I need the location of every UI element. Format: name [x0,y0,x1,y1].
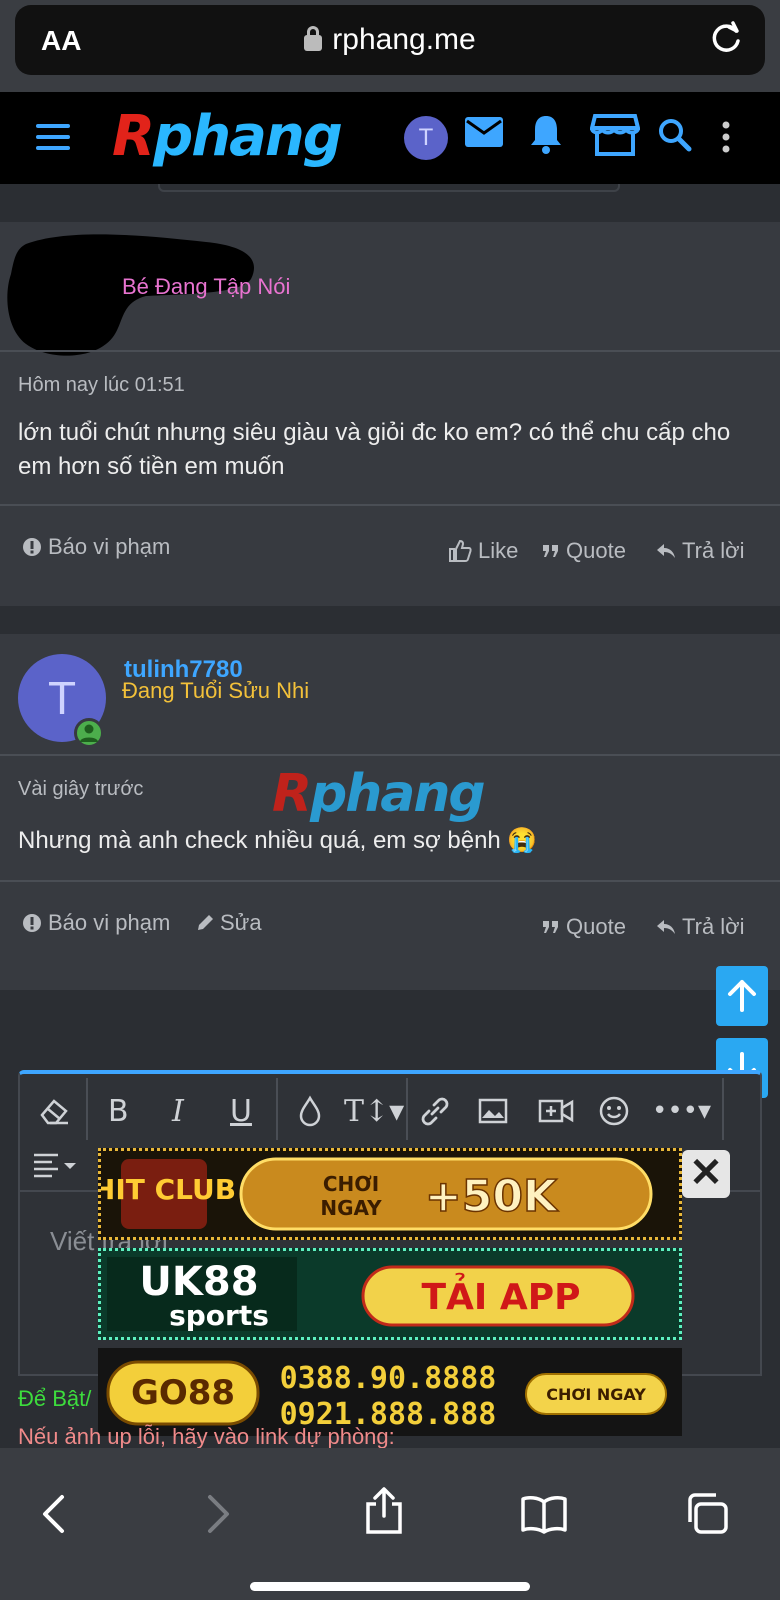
toggle-hint-text[interactable]: Để Bật/ [18,1386,91,1412]
divider [0,350,780,352]
post-timestamp[interactable]: Hôm nay lúc 01:51 [18,374,185,397]
scroll-top-button[interactable] [716,966,768,1026]
reply-icon [657,920,675,934]
back-icon[interactable] [40,1494,66,1539]
user-title: Đang Tuổi Sửu Nhi [122,678,310,703]
url-display[interactable]: rphang.me [15,23,765,57]
divider [0,504,780,506]
reply-button[interactable]: Trả lời [656,538,745,564]
post-body: lớn tuổi chút nhưng siêu giàu và giỏi đc… [18,419,731,480]
mail-icon[interactable] [464,116,504,153]
edit-button[interactable]: Sửa [196,910,262,936]
close-ad-button[interactable]: ✕ [682,1150,730,1198]
toolbar-divider [86,1078,88,1140]
image-icon[interactable] [478,1088,508,1134]
user-title: Bé Đang Tập Nói [122,274,291,299]
ad2-cta: TẢI APP [422,1272,581,1318]
quote-button[interactable]: Quote [542,914,626,940]
ad-banner-uk88[interactable]: UK88 sports TẢI APP [98,1248,682,1340]
report-button[interactable]: Báo vi phạm [22,534,170,560]
quote-button[interactable]: Quote [542,538,626,564]
thumbs-up-icon [449,539,472,562]
report-button[interactable]: Báo vi phạm [22,910,170,936]
ad1-brand: HIT CLUB [101,1173,236,1206]
online-status-icon [74,718,104,748]
post-message: Bé Đang Tập Nói Hôm nay lúc 01:51 lớn tu… [0,222,780,606]
quote-icon [543,545,558,557]
reply-button[interactable]: Trả lời [656,914,745,940]
font-size-icon[interactable]: T↕▾ [344,1088,404,1134]
toolbar-divider [406,1078,408,1140]
ad3-cta: CHƠI NGAY [546,1385,646,1404]
lock-icon [304,26,323,51]
toolbar-divider [276,1078,278,1140]
ad1-line2: NGAY [320,1196,382,1220]
home-indicator [250,1582,530,1591]
toolbar-divider [722,1078,724,1140]
ad3-brand: GO88 [131,1373,235,1413]
tabs-icon[interactable] [684,1492,730,1541]
reply-icon [657,544,675,558]
address-bar[interactable]: AA rphang.me [15,5,765,75]
store-icon[interactable] [589,112,641,163]
site-logo[interactable]: Rphang [112,104,343,169]
pencil-icon [198,915,213,930]
sub-nav-tabs [158,184,620,192]
video-icon[interactable] [538,1088,574,1134]
ad1-bonus: +50K [425,1171,559,1222]
bell-icon[interactable] [528,112,564,161]
ad3-phone1: 0388.90.8888 [280,1361,497,1396]
more-icon[interactable] [720,120,732,159]
ad2-brand2: sports [169,1299,269,1332]
site-watermark: Rphang [272,764,486,824]
more-options-icon[interactable]: •••▾ [652,1088,711,1134]
arrow-up-icon [728,980,756,1012]
bookmarks-icon[interactable] [520,1494,568,1539]
post-body: Nhưng mà anh check nhiều quá, em sợ bệnh… [18,827,538,854]
menu-icon[interactable] [36,124,70,157]
browser-top-bar: AA rphang.me [0,0,780,92]
align-icon[interactable] [32,1142,80,1188]
report-icon [23,914,41,932]
divider [0,754,780,756]
account-avatar[interactable]: T [404,116,448,160]
emoji-icon[interactable] [598,1088,630,1134]
eraser-icon[interactable] [38,1088,70,1134]
color-drop-icon[interactable] [298,1088,322,1134]
ad1-line1: CHƠI [323,1172,379,1196]
divider [0,880,780,882]
search-icon[interactable] [658,118,692,157]
quote-icon [543,921,558,933]
forward-icon[interactable] [206,1494,232,1539]
share-icon[interactable] [364,1486,404,1541]
bold-icon[interactable]: B [108,1088,129,1134]
reload-icon[interactable] [709,21,743,62]
site-header: Rphang T [0,92,780,184]
url-text: rphang.me [332,23,476,56]
browser-bottom-bar [0,1448,780,1600]
post-timestamp[interactable]: Vài giây trước [18,778,143,801]
ad-banner-hitclub[interactable]: HIT CLUB CHƠI NGAY +50K [92,1148,682,1240]
link-icon[interactable] [418,1088,452,1134]
report-icon [23,538,41,556]
italic-icon[interactable]: I [172,1088,184,1134]
ad-banner-go88[interactable]: GO88 0388.90.8888 0921.888.888 CHƠI NGAY [98,1348,682,1436]
backup-link-hint: Nếu ảnh up lỗi, hãy vào link dự phòng: [18,1424,395,1449]
like-button[interactable]: Like [448,538,518,564]
underline-icon[interactable]: U [230,1088,252,1134]
